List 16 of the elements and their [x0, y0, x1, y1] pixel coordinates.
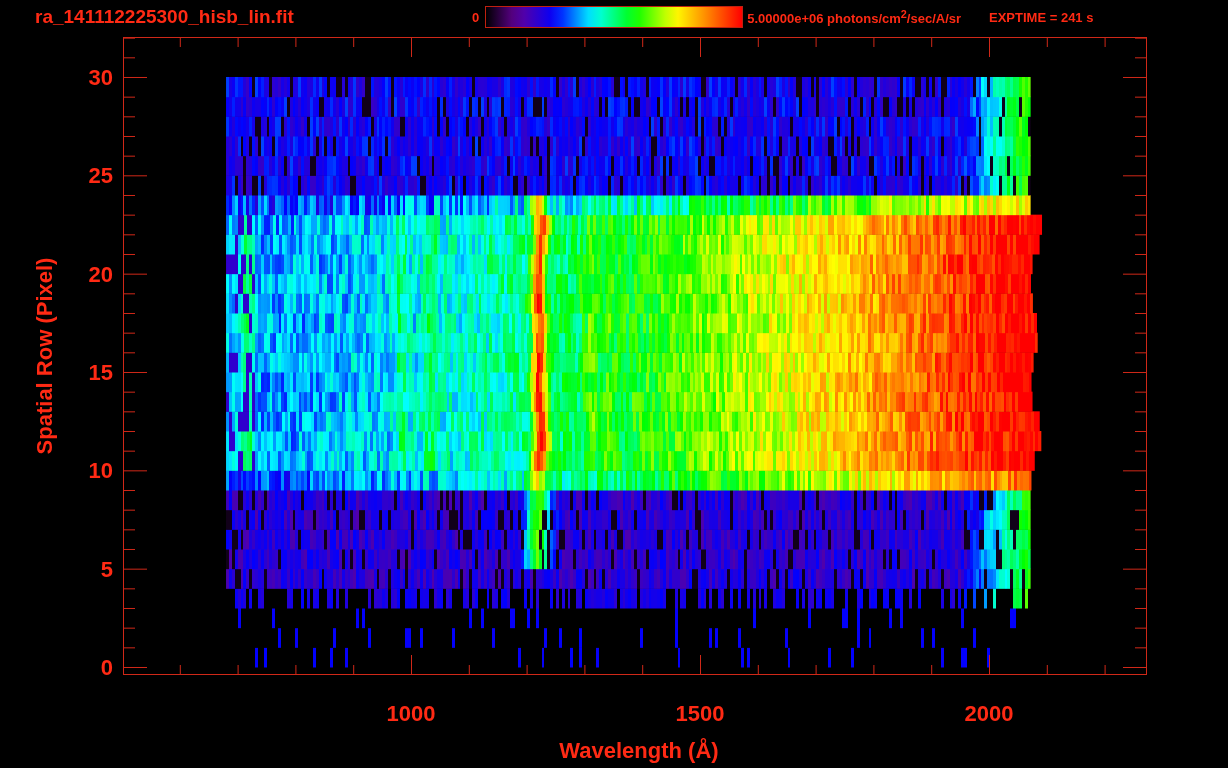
colorbar-max-label: 5.00000e+06 photons/cm$^{2}$/sec/A/sr [747, 7, 962, 27]
y-tick-label: 25 [88, 163, 113, 189]
y-tick-label: 10 [88, 458, 113, 484]
plot-title: ra_141112225300_hisb_lin.fit [35, 6, 295, 28]
y-tick-label: 15 [88, 360, 113, 385]
y-tick-label: 30 [88, 65, 113, 90]
x-tick-label: 1500 [675, 701, 725, 726]
exposure-label: EXPTIME = 241 s [989, 9, 1094, 25]
colorbar-min-label: 0 [472, 9, 480, 25]
x-tick-label: 2000 [964, 701, 1014, 726]
y-tick-label: 0 [100, 655, 113, 680]
y-axis-title: Spatial Row (Pixel) [32, 257, 57, 455]
x-tick-label: 1000 [386, 701, 436, 726]
y-tick-label: 20 [88, 261, 113, 287]
y-tick-label: 5 [100, 556, 113, 582]
x-axis-title: Wavelength (Å) [559, 738, 719, 763]
